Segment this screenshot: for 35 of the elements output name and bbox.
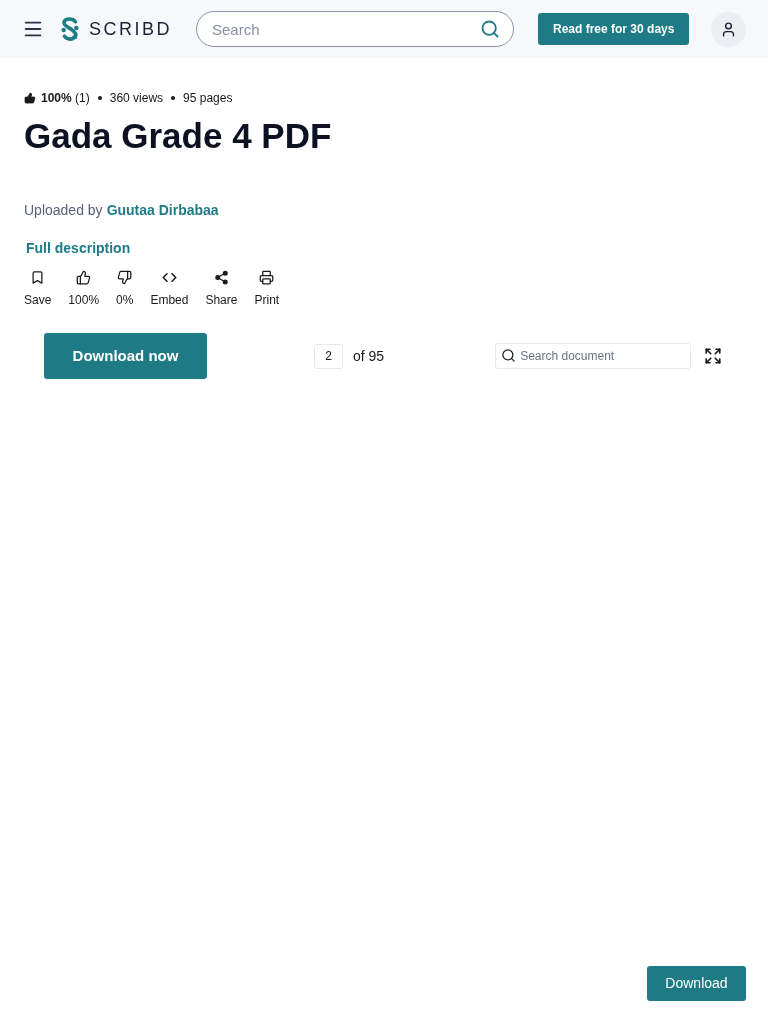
full-description-link[interactable]: Full description bbox=[26, 238, 131, 258]
thumbs-up-icon bbox=[76, 270, 92, 285]
action-button[interactable]: 100% bbox=[68, 270, 100, 307]
fullscreen-button[interactable] bbox=[704, 347, 723, 365]
rating-text: 100% (1) bbox=[41, 90, 90, 107]
page-total: of 95 bbox=[353, 346, 385, 366]
user-icon bbox=[720, 20, 737, 38]
action-button[interactable]: Save bbox=[24, 270, 52, 307]
thumbs-up-icon bbox=[24, 92, 36, 104]
search-field[interactable]: Search bbox=[196, 11, 514, 47]
document-title: Gada Grade 4 PDF bbox=[24, 115, 332, 157]
thumbs-down-icon bbox=[117, 270, 133, 285]
action-button[interactable]: Print bbox=[254, 270, 280, 307]
account-button[interactable] bbox=[711, 11, 746, 47]
search-icon bbox=[501, 348, 517, 363]
download-now-button[interactable]: Download now bbox=[44, 333, 207, 379]
search-document-field[interactable]: Search document bbox=[495, 343, 692, 369]
download-button[interactable]: Download bbox=[647, 966, 746, 1001]
bookmark-icon bbox=[30, 270, 46, 285]
action-button[interactable]: 0% bbox=[116, 270, 134, 307]
code-icon bbox=[161, 270, 177, 285]
logo-text: SCRIBD bbox=[89, 17, 172, 41]
logo-icon bbox=[60, 17, 80, 41]
page-number-field[interactable]: 2 bbox=[314, 343, 343, 369]
uploader-label: Uploaded by bbox=[24, 201, 103, 220]
printer-icon bbox=[259, 270, 275, 285]
share-icon bbox=[213, 270, 229, 285]
page-count: 95 pages bbox=[183, 90, 233, 107]
action-button[interactable]: Embed bbox=[150, 270, 189, 307]
expand-icon bbox=[704, 347, 723, 365]
uploader-link[interactable]: Guutaa Dirbabaa bbox=[106, 200, 219, 220]
views-count: 360 views bbox=[109, 90, 164, 107]
search-icon bbox=[480, 19, 500, 39]
read-free-button[interactable]: Read free for 30 days bbox=[538, 13, 690, 45]
action-button[interactable]: Share bbox=[205, 270, 238, 307]
